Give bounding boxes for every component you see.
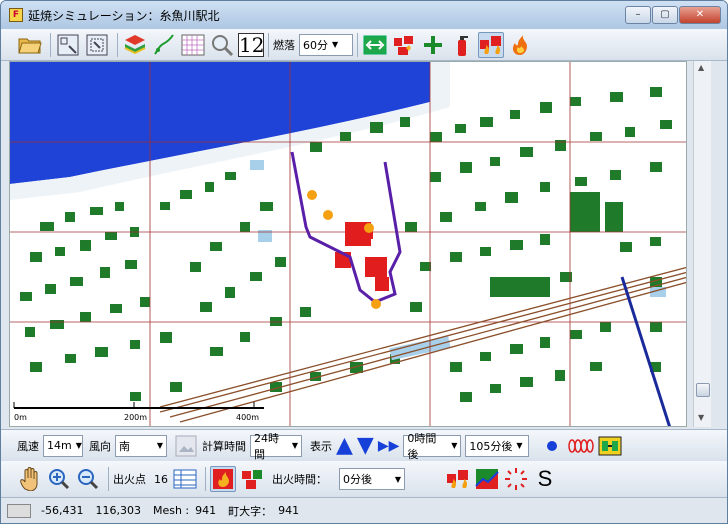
hand-pan-icon[interactable] <box>17 466 43 492</box>
hours-after-value: 0時間後 <box>407 431 437 461</box>
open-folder-icon[interactable] <box>17 32 43 58</box>
toolbar-separator <box>268 32 269 57</box>
fire-point-icons <box>307 190 381 309</box>
wind-direction-select[interactable]: 南 ▼ <box>115 434 167 457</box>
s-mode-button[interactable]: S <box>532 466 558 492</box>
window-title: 延焼シミュレーション：糸魚川駅北 <box>28 8 220 23</box>
simulation-toolbar: 風速 14m ▼ 風向 南 ▼ 計算時間 24時間 ▼ 表示 ▲ ▼ ▶▶ 0時… <box>1 429 727 461</box>
burn-select[interactable]: 60分 ▼ <box>299 33 353 56</box>
link-yellow-icon[interactable] <box>597 433 623 459</box>
scale-label-400: 400m <box>236 413 259 422</box>
toolbar-separator <box>205 467 206 491</box>
fire-points-count: 16 <box>154 472 168 486</box>
app-icon: F <box>9 8 23 22</box>
wind-speed-select[interactable]: 14m ▼ <box>43 434 83 457</box>
image-placeholder-icon[interactable] <box>173 433 199 459</box>
zoom-map-icon[interactable] <box>55 32 81 58</box>
coordinate-y: 116,303 <box>95 504 141 517</box>
vertical-scrollbar[interactable]: ▲ ▼ <box>693 61 711 427</box>
scale-label-0: 0m <box>14 413 27 422</box>
map-view[interactable]: 0m 200m 400m <box>9 61 687 427</box>
mesh-label: Mesh : <box>152 504 190 517</box>
flame-swirl-icon[interactable] <box>507 32 533 58</box>
chevron-down-icon: ▼ <box>332 40 339 49</box>
status-indicator <box>7 503 31 518</box>
triangle-up-icon[interactable]: ▲ <box>336 433 353 459</box>
scroll-down-icon[interactable]: ▼ <box>698 413 704 422</box>
mesh-value: 941 <box>195 504 217 517</box>
hours-after-select[interactable]: 0時間後 ▼ <box>403 432 462 461</box>
scale-label-200: 200m <box>124 413 147 422</box>
minutes-after-select[interactable]: 105分後 ▼ <box>465 434 530 457</box>
fit-map-icon[interactable] <box>84 32 110 58</box>
wind-speed-value: 14m <box>47 439 72 452</box>
minutes-after-value: 105分後 <box>469 439 513 453</box>
wind-speed-label: 風速 <box>17 439 39 453</box>
layers-icon[interactable] <box>122 32 148 58</box>
chevron-down-icon: ▼ <box>291 441 298 450</box>
fire-extinguisher-icon[interactable] <box>449 32 475 58</box>
toolbar-separator <box>50 32 51 57</box>
minimize-button[interactable]: – <box>625 6 651 24</box>
red-rings-icon[interactable] <box>568 433 595 459</box>
chevron-down-icon: ▼ <box>451 441 458 450</box>
spark-ring-icon[interactable] <box>503 466 529 492</box>
fire-points-label: 出火点 <box>113 473 146 486</box>
town-label: 町大字： <box>228 504 273 518</box>
wind-direction-label: 風向 <box>89 439 111 453</box>
fire-time-value: 0分後 <box>343 473 372 486</box>
chevron-down-icon: ▼ <box>156 441 163 450</box>
color-grid-icon[interactable] <box>180 32 206 58</box>
coordinate-x: -56,431 <box>41 504 84 517</box>
link-arrows-icon[interactable] <box>362 32 388 58</box>
title-bar[interactable]: F 延焼シミュレーション：糸魚川駅北 – ▢ ✕ <box>1 1 727 29</box>
map-canvas[interactable]: 0m 200m 400m <box>10 62 687 427</box>
zoom-in-icon[interactable] <box>46 466 72 492</box>
fire-spread-small-icon[interactable] <box>445 466 471 492</box>
burn-select-value: 60分 <box>303 38 328 52</box>
fire-toolbar: 出火点 16 出火時間： 0分後 ▼ S <box>1 461 727 497</box>
calc-time-value: 24時間 <box>254 431 279 461</box>
fire-time-select[interactable]: 0分後 ▼ <box>339 468 405 490</box>
window-controls: – ▢ ✕ <box>624 6 721 24</box>
region-outline-icon[interactable] <box>151 32 177 58</box>
main-toolbar: 12 燃落 60分 ▼ <box>1 29 727 61</box>
calc-time-label: 計算時間 <box>202 439 246 453</box>
wind-direction-value: 南 <box>119 439 130 453</box>
status-bar: -56,431 116,303 Mesh : 941 町大字： 941 <box>1 497 727 523</box>
scroll-up-icon[interactable]: ▲ <box>698 63 704 72</box>
fire-time-label: 出火時間： <box>272 473 327 486</box>
maximize-button[interactable]: ▢ <box>652 6 678 24</box>
fire-blocks-icon[interactable] <box>239 466 265 492</box>
triangle-down-icon[interactable]: ▼ <box>357 433 374 459</box>
scroll-thumb[interactable] <box>696 383 710 397</box>
town-value: 941 <box>278 504 300 517</box>
chevron-down-icon: ▼ <box>75 441 82 450</box>
fire-points-table-icon[interactable] <box>172 466 198 492</box>
chevron-down-icon: ▼ <box>394 474 401 484</box>
display-label: 表示 <box>310 439 332 453</box>
number-display-icon[interactable]: 12 <box>238 32 264 57</box>
scale-bar: 0m 200m 400m <box>13 402 264 422</box>
crosshair-icon[interactable] <box>420 32 446 58</box>
dot-icon[interactable] <box>539 433 565 459</box>
calc-time-select[interactable]: 24時間 ▼ <box>250 432 302 461</box>
chart-area-icon[interactable] <box>474 466 500 492</box>
fire-building-icon[interactable] <box>210 466 236 492</box>
river-line <box>620 276 671 426</box>
burn-label: 燃落 <box>273 38 295 52</box>
toolbar-separator <box>117 32 118 57</box>
toolbar-separator <box>357 32 358 57</box>
toolbar-separator <box>108 467 109 491</box>
zoom-out-icon[interactable] <box>75 466 101 492</box>
magnifier-icon[interactable] <box>209 32 235 58</box>
fire-spread-icon[interactable] <box>478 31 504 58</box>
burning-blocks-icon[interactable] <box>391 32 417 58</box>
chevron-down-icon: ▼ <box>516 441 523 450</box>
app-window: F 延焼シミュレーション：糸魚川駅北 – ▢ ✕ 12 燃落 60分 ▼ 0m … <box>0 0 728 524</box>
fast-forward-icon[interactable]: ▶▶ <box>378 433 400 459</box>
close-button[interactable]: ✕ <box>679 6 721 24</box>
